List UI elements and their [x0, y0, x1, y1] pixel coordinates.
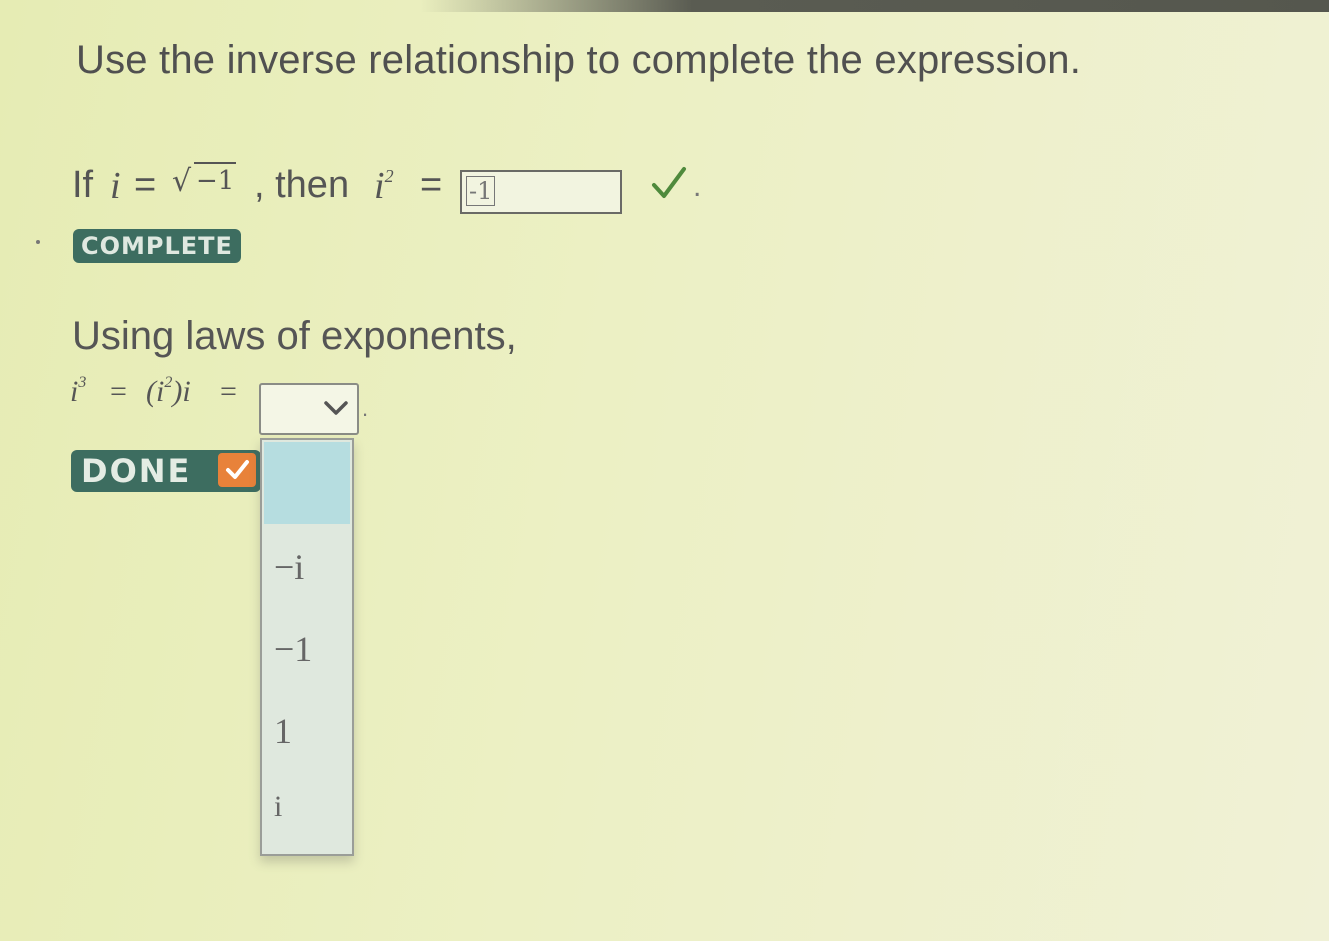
chevron-down-icon[interactable]	[323, 397, 349, 419]
equals-sign-2: =	[420, 164, 443, 206]
window-top-bar	[420, 0, 1329, 12]
paren-expression: (i2)i	[146, 374, 191, 409]
dropdown-option-neg-i[interactable]: −i	[274, 546, 304, 588]
radicand: −1	[194, 162, 237, 196]
equals-sign: =	[134, 164, 157, 206]
exponent-2: 2	[384, 166, 394, 186]
dropdown-option-1[interactable]: 1	[274, 710, 292, 752]
answer-input[interactable]: -1	[460, 170, 622, 214]
question-title: Use the inverse relationship to complete…	[76, 38, 1082, 82]
done-label: DONE	[81, 452, 192, 490]
then-word: , then	[254, 164, 350, 206]
answer-value: -1	[466, 176, 496, 206]
dropdown-option-blank[interactable]	[264, 442, 350, 524]
done-check-icon	[218, 453, 256, 487]
var-i-squared: i2	[374, 164, 394, 208]
paren-open-i: (i	[146, 375, 165, 408]
period-2: .	[362, 396, 369, 421]
var-i: i	[374, 165, 385, 207]
var-i-cubed: i3	[70, 374, 87, 409]
sqrt-icon: √	[172, 164, 192, 199]
status-badge-complete: COMPLETE	[73, 229, 241, 263]
equals-sign-a: =	[110, 375, 127, 408]
paren-close-i: )i	[172, 375, 191, 408]
step2-heading: Using laws of exponents,	[72, 314, 517, 358]
var-i: i	[110, 165, 121, 207]
check-icon	[652, 167, 686, 198]
period: .	[693, 170, 702, 203]
dropdown-menu: −i −1 1 i	[260, 438, 354, 856]
equals-sign-b: =	[220, 375, 237, 408]
dropdown-option-neg-1[interactable]: −1	[274, 628, 312, 670]
exponent-2: 2	[164, 374, 173, 391]
dropdown-option-i[interactable]: i	[274, 790, 282, 824]
if-word: If	[72, 164, 94, 206]
answer-dropdown[interactable]	[259, 383, 359, 435]
bullet-dot	[36, 240, 40, 244]
exponent-3: 3	[78, 374, 87, 391]
